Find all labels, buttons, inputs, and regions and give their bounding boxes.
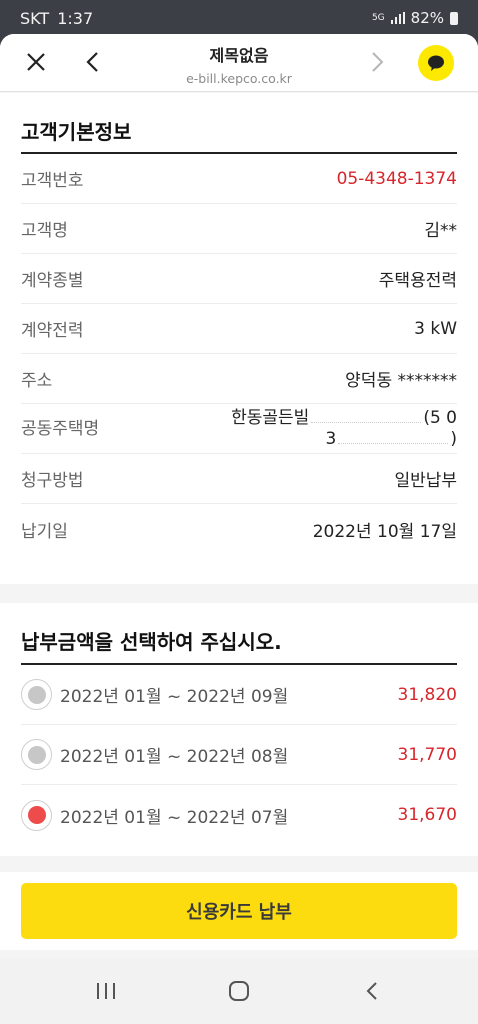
info-label: 주소 xyxy=(21,371,53,391)
info-row-contract-type: 계약종별 주택용전력 xyxy=(21,254,457,304)
info-label: 계약전력 xyxy=(21,321,84,341)
speech-bubble-icon xyxy=(428,55,444,71)
apartment-name-value: 한동골든빌 (5 0 3) xyxy=(231,408,457,450)
payment-period: 2022년 01월 ~ 2022년 09월 xyxy=(60,687,289,707)
network-type-label: 5G xyxy=(371,12,385,23)
masked-text xyxy=(338,434,449,444)
info-row-due-date: 납기일 2022년 10월 17일 xyxy=(21,504,457,554)
battery-icon xyxy=(450,11,458,25)
kakaotalk-button[interactable] xyxy=(418,45,454,81)
page-title-block: 제목없음 e-bill.kepco.co.kr xyxy=(120,42,358,86)
carrier-label: SKT xyxy=(20,8,50,28)
payment-option-left: 2022년 01월 ~ 2022년 09월 xyxy=(21,679,288,710)
credit-card-pay-button[interactable]: 신용카드 납부 xyxy=(21,883,457,939)
payment-amount: 31,770 xyxy=(397,744,457,765)
browser-toolbar: 제목없음 e-bill.kepco.co.kr xyxy=(0,34,478,92)
recent-apps-button[interactable] xyxy=(76,971,136,1011)
payment-option-left: 2022년 01월 ~ 2022년 07월 xyxy=(21,799,289,831)
home-button[interactable] xyxy=(209,971,269,1011)
info-label: 납기일 xyxy=(21,521,68,542)
apartment-line-1: 한동골든빌 (5 0 xyxy=(231,408,457,429)
info-row-billing-method: 청구방법 일반납부 xyxy=(21,454,457,504)
info-row-customer-name: 고객명 김** xyxy=(21,204,457,254)
recent-apps-icon xyxy=(97,983,116,999)
customer-info-card: 고객기본정보 고객번호 05-4348-1374 고객명 김** 계약종별 주택… xyxy=(0,93,478,584)
payment-period: 2022년 01월 ~ 2022년 07월 xyxy=(60,807,289,828)
info-label: 고객번호 xyxy=(21,171,84,191)
info-label: 청구방법 xyxy=(21,471,84,491)
customer-name-value: 김** xyxy=(424,221,457,241)
payment-option-row[interactable]: 2022년 01월 ~ 2022년 08월 31,770 xyxy=(21,725,457,785)
address-value: 양덕동 ******* xyxy=(345,371,457,391)
browser-sheet: 제목없음 e-bill.kepco.co.kr 고객기본정보 고객번호 05-4… xyxy=(0,34,478,958)
apartment-name-text: 한동골든빌 xyxy=(231,407,310,428)
contract-type-value: 주택용전력 xyxy=(378,271,457,291)
contract-power-value: 3 kW xyxy=(414,318,457,339)
payment-amount: 31,820 xyxy=(397,684,457,705)
forward-button[interactable] xyxy=(362,46,394,78)
payment-period: 2022년 01월 ~ 2022년 08월 xyxy=(60,747,289,767)
home-icon xyxy=(228,981,249,1001)
apartment-unit-text-2: 3 xyxy=(325,428,337,449)
info-label: 고객명 xyxy=(21,221,68,241)
payment-option-row[interactable]: 2022년 01월 ~ 2022년 07월 31,670 xyxy=(21,785,457,845)
info-row-contract-power: 계약전력 3 kW xyxy=(21,304,457,354)
payment-option-radio-selected[interactable] xyxy=(21,799,52,831)
close-button[interactable] xyxy=(20,46,52,78)
customer-info-title: 고객기본정보 xyxy=(21,93,457,154)
battery-percent: 82% xyxy=(410,9,444,27)
apartment-line-2: 3) xyxy=(326,429,457,450)
payment-option-row[interactable]: 2022년 01월 ~ 2022년 09월 31,820 xyxy=(21,665,457,725)
radio-dot xyxy=(27,745,46,764)
back-icon xyxy=(366,982,377,1000)
page-title: 제목없음 xyxy=(209,46,269,65)
system-nav-bar xyxy=(0,958,478,1024)
payment-option-left: 2022년 01월 ~ 2022년 08월 xyxy=(21,739,288,770)
info-label: 공동주택명 xyxy=(21,418,100,439)
chevron-left-icon xyxy=(86,52,98,72)
payment-selection-card: 납부금액을 선택하여 주십시오. 2022년 01월 ~ 2022년 09월 3… xyxy=(0,603,478,856)
apartment-close-paren: ) xyxy=(450,428,457,449)
payment-section-title: 납부금액을 선택하여 주십시오. xyxy=(21,603,457,665)
signal-icon xyxy=(390,12,405,24)
radio-dot xyxy=(27,806,46,824)
system-back-button[interactable] xyxy=(342,971,402,1011)
chevron-right-icon xyxy=(372,52,384,72)
payment-amount: 31,670 xyxy=(397,805,457,825)
info-row-customer-number: 고객번호 05-4348-1374 xyxy=(21,154,457,204)
payment-option-radio[interactable] xyxy=(21,679,52,710)
status-bar: SKT 1:37 5G 82% xyxy=(0,0,478,36)
pay-button-area: 신용카드 납부 xyxy=(0,872,478,950)
radio-dot xyxy=(27,685,46,704)
clock: 1:37 xyxy=(57,8,94,28)
info-row-address: 주소 양덕동 ******* xyxy=(21,354,457,404)
page-url: e-bill.kepco.co.kr xyxy=(186,71,292,86)
info-row-apartment-name: 공동주택명 한동골든빌 (5 0 3) xyxy=(21,404,457,454)
billing-method-value: 일반납부 xyxy=(394,471,457,491)
customer-number-value: 05-4348-1374 xyxy=(336,168,457,189)
close-icon xyxy=(27,53,45,71)
due-date-value: 2022년 10월 17일 xyxy=(312,521,457,542)
masked-text xyxy=(311,413,422,423)
apartment-unit-text: (5 0 xyxy=(423,407,457,428)
info-label: 계약종별 xyxy=(21,271,84,291)
payment-option-radio[interactable] xyxy=(21,739,52,770)
back-button[interactable] xyxy=(76,46,108,78)
